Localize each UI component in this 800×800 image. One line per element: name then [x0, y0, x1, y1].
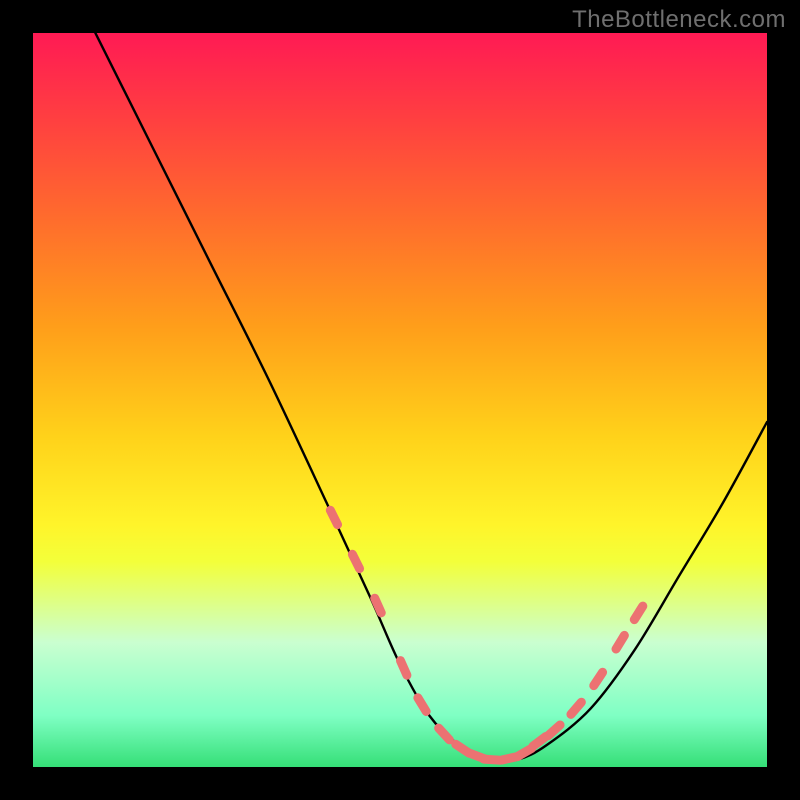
marker-group [330, 510, 642, 760]
curve-marker [439, 728, 450, 740]
curve-marker [594, 672, 603, 685]
curve-marker [616, 635, 624, 649]
watermark-text: TheBottleneck.com [572, 6, 786, 34]
curve-marker [400, 661, 407, 676]
bottleneck-curve-path [33, 33, 767, 761]
curve-marker [352, 554, 359, 568]
curve-marker [548, 725, 560, 736]
plot-area [33, 33, 767, 767]
curve-marker [634, 606, 642, 620]
bottleneck-curve-svg [33, 33, 767, 767]
curve-marker [484, 759, 500, 760]
curve-marker [533, 737, 546, 747]
curve-marker [375, 598, 382, 613]
curve-marker [330, 510, 337, 524]
curve-path-group [33, 33, 767, 761]
chart-stage: TheBottleneck.com [0, 0, 800, 800]
curve-marker [571, 702, 581, 714]
curve-marker [418, 698, 426, 712]
